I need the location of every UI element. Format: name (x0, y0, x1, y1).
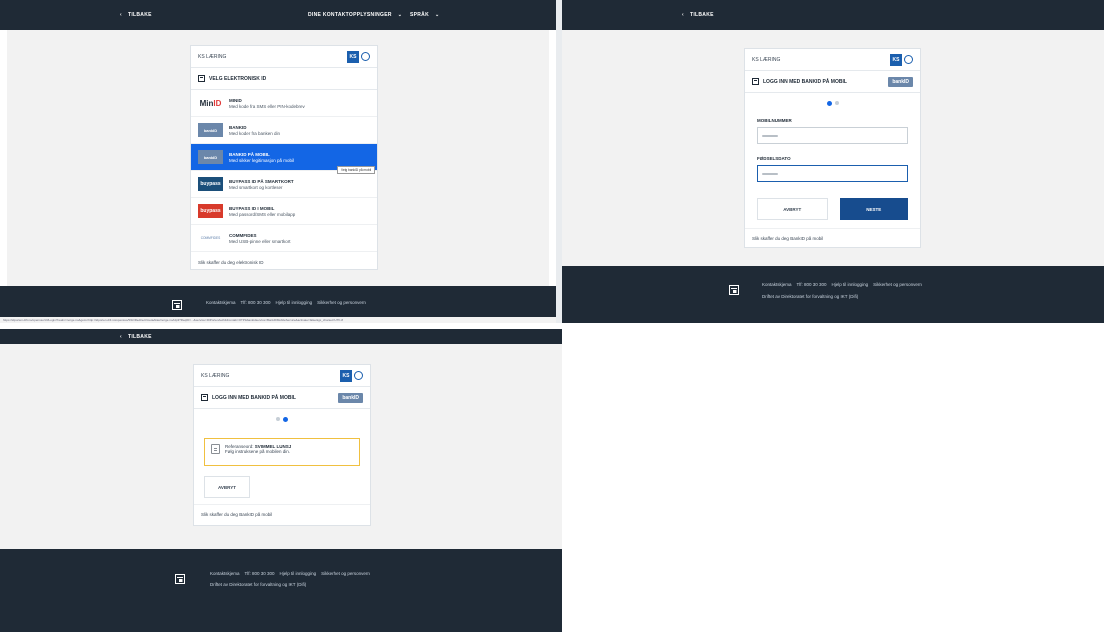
footer: Kontaktskjema Tlf: 800 30 300 Hjelp til … (0, 549, 562, 632)
circle-icon (904, 55, 913, 64)
cancel-button[interactable]: AVBRYT (757, 198, 828, 220)
top-navigation: ‹ TILBAKE (562, 0, 1104, 30)
chevron-left-icon: ‹ (120, 12, 122, 18)
ks-logo: KS (890, 53, 902, 66)
eid-option-commfides[interactable]: COMMFIDES COMMFIDES Med USB-pinne eller s… (191, 225, 377, 252)
step-dot (283, 417, 288, 422)
footer-links: Kontaktskjema Tlf: 800 30 300 Hjelp til … (762, 282, 922, 287)
step-dot (826, 101, 832, 106)
reference-notice: Referanseord: SVIMMEL LUNSJ Følg instruk… (204, 438, 360, 466)
top-navigation: ‹ TILBAKE (0, 329, 562, 344)
back-link[interactable]: ‹ TILBAKE (682, 12, 714, 18)
eid-option-buypass-mobile[interactable]: buypass BUYPASS ID I MOBIL Med passord/SM… (191, 198, 377, 225)
login-card: KS LÆRING KS LOGG INN MED BANKID PÅ MOBI… (744, 48, 921, 248)
mobile-number-input[interactable] (757, 127, 908, 144)
back-link[interactable]: ‹ TILBAKE (120, 334, 152, 340)
top-navigation: ‹ TILBAKE DINE KONTAKTOPPLYSNINGER ⌄ SPRÅK… (0, 0, 556, 30)
section-heading: VELG ELEKTRONISK ID (191, 68, 377, 90)
circle-icon (361, 52, 370, 61)
service-name: KS LÆRING (201, 372, 230, 379)
service-name: KS LÆRING (198, 53, 227, 60)
bankid-mobile-waiting-screen: ‹ TILBAKE KS LÆRING KS LOGG INN MED BANKI… (0, 329, 562, 632)
bankid-logo: bankID (338, 392, 363, 403)
section-heading: LOGG INN MED BANKID PÅ MOBIL bankID (745, 71, 920, 93)
bankid-logo: bankID (198, 150, 223, 164)
eid-option-bankid[interactable]: bankID BANKID Med koder fra banken din (191, 117, 377, 144)
footer-links: Kontaktskjema Tlf: 800 30 300 Hjelp til … (206, 300, 366, 305)
help-link[interactable]: Slik skaffer du deg BankID på mobil (194, 504, 370, 524)
ks-logo: KS (347, 50, 359, 63)
idporten-icon (198, 75, 205, 82)
step-dot (834, 101, 839, 105)
tooltip: Velg bankID på mobil (337, 166, 376, 174)
card-header: KS LÆRING KS (745, 49, 920, 71)
login-card: KS LÆRING KS LOGG INN MED BANKID PÅ MOBI… (193, 364, 371, 526)
birthdate-input[interactable] (757, 165, 908, 182)
content-area: KS LÆRING KS LOGG INN MED BANKID PÅ MOBI… (0, 344, 562, 549)
idporten-icon (752, 78, 759, 85)
chevron-left-icon: ‹ (682, 12, 684, 18)
idporten-logo (172, 300, 182, 310)
chevron-down-icon: ⌄ (397, 12, 403, 18)
language-menu[interactable]: SPRÅK ⌄ (410, 12, 440, 18)
ks-logo: KS (340, 369, 352, 382)
section-heading: LOGG INN MED BANKID PÅ MOBIL bankID (194, 387, 370, 409)
operated-by: Driftet av Direktoratet for forvaltning … (762, 294, 859, 299)
eid-option-minid[interactable]: Min ID MINID Med kode fra SMS eller PIN-ko… (191, 90, 377, 117)
eid-option-buypass-card[interactable]: buypass BUYPASS ID PÅ SMARTKORT Med smart… (191, 171, 377, 198)
idporten-icon (201, 394, 208, 401)
mobile-label: MOBILNUMMER (757, 118, 792, 123)
card-header: KS LÆRING KS (194, 365, 370, 387)
masked-value (762, 134, 778, 137)
card-header: KS LÆRING KS (191, 46, 377, 68)
back-link[interactable]: ‹ TILBAKE (120, 12, 152, 18)
commfides-logo: COMMFIDES (200, 236, 221, 240)
buypass-logo: buypass (198, 177, 223, 191)
step-indicator (745, 93, 920, 114)
operated-by: Driftet av Direktoratet for forvaltning … (210, 582, 307, 587)
footer-links: Kontaktskjema Tlf: 800 30 300 Hjelp til … (210, 571, 370, 576)
idporten-logo (729, 285, 739, 295)
footer: Kontaktskjema Tlf: 800 30 300 Hjelp til … (0, 286, 556, 323)
step-indicator (194, 409, 370, 430)
bankid-logo: bankID (198, 123, 223, 137)
masked-value (762, 172, 778, 175)
bankid-mobile-form-screen: ‹ TILBAKE KS LÆRING KS LOGG INN MED BANKI… (562, 0, 1104, 323)
birthdate-label: FØDSELSDATO (757, 156, 791, 161)
circle-icon (354, 371, 363, 380)
content-area: KS LÆRING KS LOGG INN MED BANKID PÅ MOBI… (562, 30, 1104, 266)
buypass-logo: buypass (198, 204, 223, 218)
next-button[interactable]: NESTE (839, 198, 908, 220)
service-name: KS LÆRING (752, 56, 781, 63)
contact-info-menu[interactable]: DINE KONTAKTOPPLYSNINGER ⌄ (308, 12, 402, 18)
content-area: KS LÆRING KS VELG ELEKTRONISK ID Min ID M… (7, 30, 549, 286)
login-card: KS LÆRING KS VELG ELEKTRONISK ID Min ID M… (190, 45, 378, 270)
help-link[interactable]: Slik skaffer du deg elektronisk ID (191, 252, 377, 272)
minid-logo: Min ID (199, 98, 222, 108)
bankid-logo: bankID (888, 76, 913, 87)
cancel-button[interactable]: AVBRYT (204, 476, 250, 498)
document-icon (211, 444, 220, 454)
idporten-logo (175, 574, 185, 584)
footer: Kontaktskjema Tlf: 800 30 300 Hjelp til … (562, 266, 1104, 323)
eid-selection-screen: ‹ TILBAKE DINE KONTAKTOPPLYSNINGER ⌄ SPRÅK… (0, 0, 556, 323)
chevron-down-icon: ⌄ (435, 12, 440, 18)
chevron-left-icon: ‹ (120, 334, 122, 340)
help-link[interactable]: Slik skaffer du deg BankID på mobil (745, 228, 920, 248)
button-row: AVBRYT NESTE (757, 198, 908, 220)
step-dot (276, 417, 280, 421)
